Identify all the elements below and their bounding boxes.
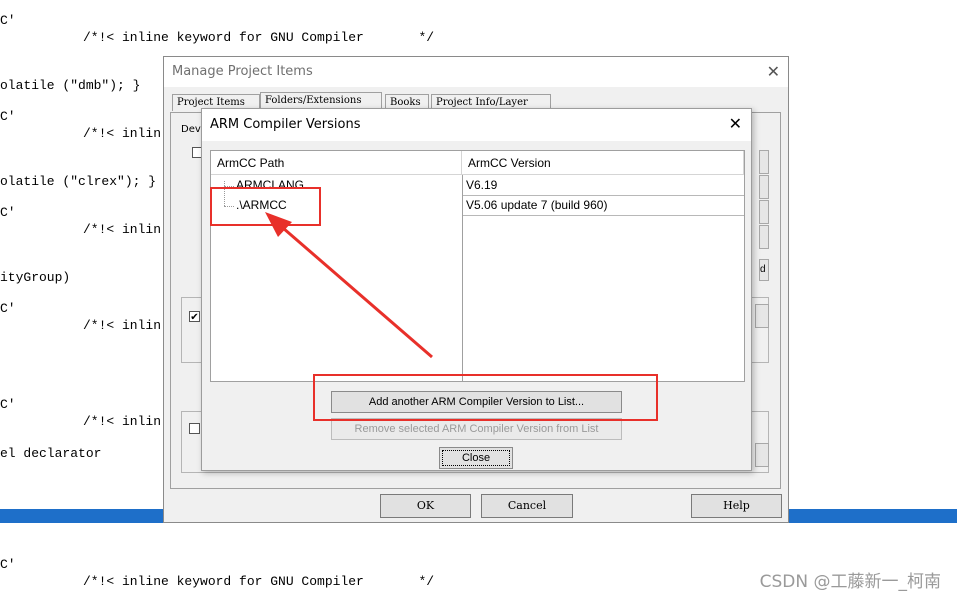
annotation-arrow-icon [265, 212, 433, 359]
